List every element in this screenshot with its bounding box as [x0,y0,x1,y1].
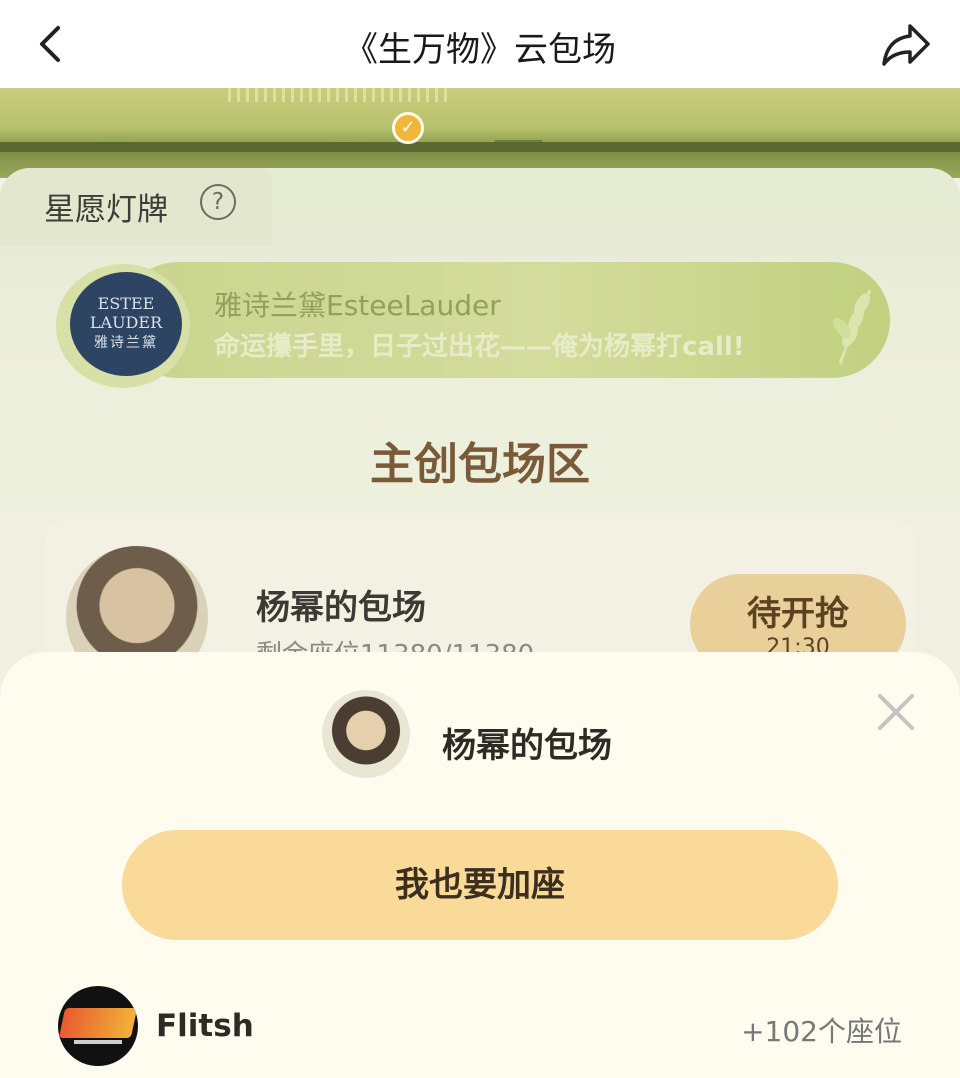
sheet-title: 杨幂的包场 [442,726,612,766]
pending-grab-label: 待开抢 [747,594,849,634]
brand-name: 雅诗兰黛EsteeLauder [214,289,501,322]
top-navbar: 《生万物》云包场 [0,0,960,88]
banner-image [0,88,960,178]
wheat-icon [833,289,872,365]
close-icon[interactable] [876,692,916,732]
banner-landscape [0,130,960,152]
bottom-sheet: 杨幂的包场 我也要加座 Flitsh +102个座位 [0,652,960,1078]
banner-fence [228,88,453,102]
help-icon[interactable]: ? [200,184,236,220]
section-title: 主创包场区 [370,439,590,490]
brand-logo: ESTEE LAUDER 雅诗兰黛 [70,272,182,376]
host-name: 杨幂的包场 [256,588,426,628]
verified-badge-icon: ✓ [392,112,424,144]
add-seat-button[interactable]: 我也要加座 [122,830,838,940]
brand-logo-line: 雅诗兰黛 [94,335,158,351]
user-avatar[interactable] [58,986,138,1066]
page-title: 《生万物》云包场 [344,30,616,70]
user-seat-count: +102个座位 [741,1015,902,1048]
avatar-image [322,690,410,778]
brand-logo-line: LAUDER [89,313,163,332]
user-avatar-logo [58,1008,138,1038]
brand-logo-line: ESTEE [97,294,155,313]
user-name: Flitsh [156,1008,254,1044]
user-avatar-logo-sub [74,1040,122,1044]
host-avatar [322,690,410,792]
brand-slogan: 命运攥手里，日子过出花——俺为杨幂打call! [214,332,745,362]
share-icon[interactable] [880,20,932,68]
wish-board-title: 星愿灯牌 [44,192,168,228]
